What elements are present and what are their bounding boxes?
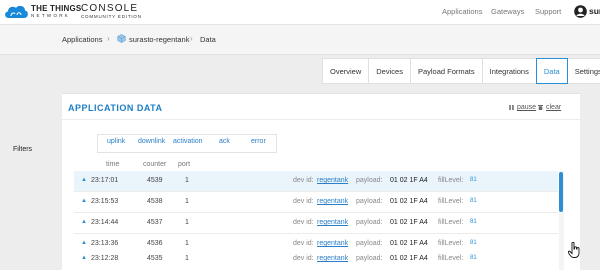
row-payload-label: payload: — [356, 219, 383, 226]
trash-icon[interactable] — [538, 105, 543, 110]
filter-downlink[interactable]: downlink — [138, 138, 165, 145]
table-row[interactable]: ▲ 23:17:01 4539 1 dev id: regentank payl… — [74, 171, 558, 192]
brand-org-sub: NETWORK — [31, 13, 71, 18]
row-dev-id-label: dev id: — [293, 219, 314, 226]
row-counter: 4537 — [147, 219, 163, 226]
tab-overview[interactable]: Overview — [322, 58, 370, 84]
application-tabs: Overview Devices Payload Formats Integra… — [322, 58, 600, 84]
row-payload-label: payload: — [356, 177, 383, 184]
breadcrumb-separator: › — [107, 34, 110, 43]
row-time: 23:15:53 — [91, 198, 119, 205]
filter-activation[interactable]: activation — [173, 138, 203, 145]
breadcrumb-application[interactable]: surasto-regentank — [129, 35, 189, 44]
breadcrumb-applications[interactable]: Applications — [62, 35, 102, 44]
brand-org-name: THE THINGS — [31, 4, 82, 13]
row-dev-id-label: dev id: — [293, 240, 314, 247]
tab-data[interactable]: Data — [535, 58, 568, 84]
row-dev-id-link[interactable]: regentank — [317, 177, 348, 184]
row-counter: 4535 — [147, 255, 163, 262]
row-field-value: 81 — [470, 219, 477, 225]
row-payload: 01 02 1F A4 — [390, 255, 428, 262]
row-payload-label: payload: — [356, 198, 383, 205]
row-field-value: 81 — [470, 198, 477, 204]
column-header-counter: counter — [143, 161, 167, 168]
row-payload-label: payload: — [356, 255, 383, 262]
ttn-cloud-logo-icon[interactable] — [3, 4, 29, 20]
row-dev-id-label: dev id: — [293, 255, 314, 262]
nav-applications[interactable]: Applications — [442, 7, 482, 16]
tab-integrations[interactable]: Integrations — [482, 58, 537, 84]
breadcrumb: Applications › surasto-regentank › Data — [0, 25, 600, 55]
tab-devices[interactable]: Devices — [369, 58, 411, 84]
row-field-label: fillLevel: — [438, 240, 464, 247]
row-dev-id-label: dev id: — [293, 198, 314, 205]
nav-support[interactable]: Support — [535, 7, 561, 16]
brand-product: CONSOLE — [81, 3, 139, 14]
row-time: 23:13:36 — [91, 240, 119, 247]
card-divider — [62, 119, 580, 120]
uplink-arrow-icon: ▲ — [81, 240, 87, 246]
row-port: 1 — [185, 219, 189, 226]
row-dev-id-link[interactable]: regentank — [317, 198, 348, 205]
row-dev-id-link[interactable]: regentank — [317, 219, 348, 226]
row-time: 23:17:01 — [91, 177, 119, 184]
uplink-arrow-icon: ▲ — [81, 177, 87, 183]
column-header-time: time — [106, 161, 120, 168]
row-time: 23:14:44 — [91, 219, 119, 226]
tab-settings[interactable]: Settings — [567, 58, 600, 84]
row-dev-id-label: dev id: — [293, 177, 314, 184]
row-counter: 4538 — [147, 198, 163, 205]
row-field-label: fillLevel: — [438, 177, 464, 184]
pause-icon[interactable] — [509, 105, 514, 110]
row-port: 1 — [185, 255, 189, 262]
user-avatar-icon[interactable] — [574, 5, 587, 18]
scrollbar-thumb[interactable] — [559, 172, 563, 212]
row-field-label: fillLevel: — [438, 219, 464, 226]
tab-payload-formats[interactable]: Payload Formats — [410, 58, 483, 84]
table-row[interactable]: ▲ 23:15:53 4538 1 dev id: regentank payl… — [74, 192, 558, 213]
column-header-port: port — [178, 161, 191, 168]
row-counter: 4536 — [147, 240, 163, 247]
table-row[interactable]: ▲ 23:14:44 4537 1 dev id: regentank payl… — [74, 213, 558, 234]
row-payload: 01 02 1F A4 — [390, 177, 428, 184]
row-counter: 4539 — [147, 177, 163, 184]
uplink-arrow-icon: ▲ — [81, 198, 87, 204]
row-port: 1 — [185, 198, 189, 205]
uplink-arrow-icon: ▲ — [81, 255, 87, 261]
brand-edition: COMMUNITY EDITION — [81, 14, 142, 19]
row-payload: 01 02 1F A4 — [390, 240, 428, 247]
row-field-label: fillLevel: — [438, 255, 464, 262]
uplink-arrow-icon: ▲ — [81, 219, 87, 225]
breadcrumb-current: Data — [200, 35, 216, 44]
card-title: APPLICATION DATA — [68, 103, 163, 113]
row-field-value: 81 — [470, 177, 477, 183]
filter-ack[interactable]: ack — [219, 138, 230, 145]
filter-error[interactable]: error — [251, 138, 266, 145]
row-field-value: 81 — [470, 240, 477, 246]
row-payload-label: payload: — [356, 240, 383, 247]
row-dev-id-link[interactable]: regentank — [317, 255, 348, 262]
filter-uplink[interactable]: uplink — [107, 138, 125, 145]
row-time: 23:12:28 — [91, 255, 119, 262]
row-port: 1 — [185, 177, 189, 184]
row-payload: 01 02 1F A4 — [390, 219, 428, 226]
nav-gateways[interactable]: Gateways — [491, 7, 524, 16]
filters-label: Filters — [13, 146, 33, 153]
application-cube-icon — [117, 34, 126, 43]
table-row[interactable]: ▲ 23:12:28 4535 1 dev id: regentank payl… — [74, 249, 558, 270]
row-field-value: 81 — [470, 255, 477, 261]
row-dev-id-link[interactable]: regentank — [317, 240, 348, 247]
row-port: 1 — [185, 240, 189, 247]
pause-button[interactable]: pause — [517, 104, 536, 111]
row-payload: 01 02 1F A4 — [390, 198, 428, 205]
breadcrumb-separator: › — [190, 34, 193, 43]
row-field-label: fillLevel: — [438, 198, 464, 205]
user-name[interactable]: sur — [589, 6, 600, 16]
hand-cursor-icon — [568, 242, 580, 258]
top-bar: THE THINGS NETWORK CONSOLE COMMUNITY EDI… — [0, 0, 600, 25]
clear-button[interactable]: clear — [546, 104, 561, 111]
